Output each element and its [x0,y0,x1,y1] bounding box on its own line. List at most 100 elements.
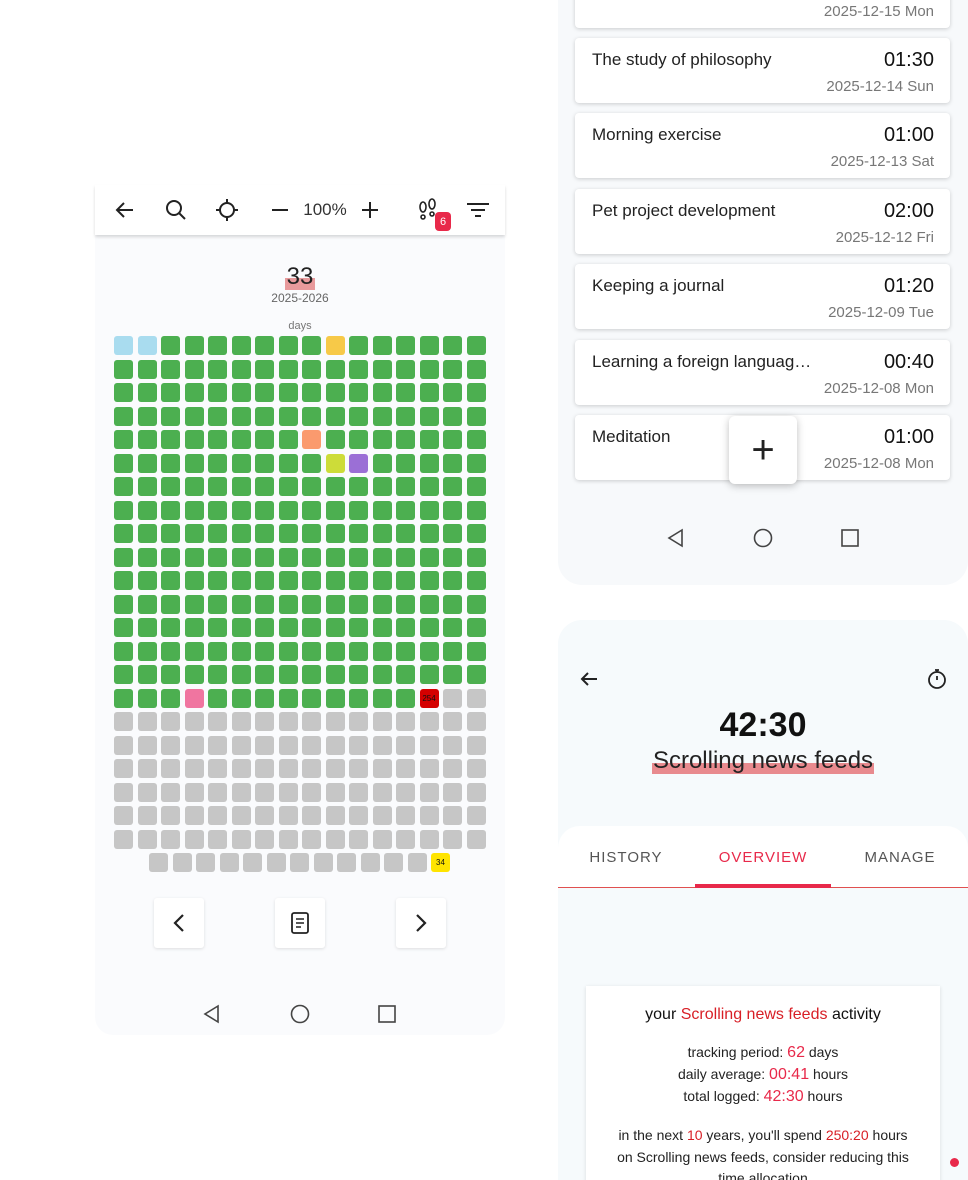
day-cell[interactable] [184,641,204,661]
day-cell[interactable] [372,759,392,778]
day-cell[interactable] [137,594,157,614]
day-cell[interactable] [302,524,321,543]
day-cell[interactable] [255,594,274,614]
day-cell[interactable] [278,383,298,402]
day-cell[interactable] [372,665,392,684]
day-cell[interactable] [278,806,298,825]
day-cell[interactable] [161,359,180,379]
day-cell[interactable] [466,829,486,849]
day-cell[interactable] [137,547,157,567]
day-cell[interactable] [278,618,298,637]
day-cell[interactable] [443,359,462,379]
day-cell[interactable] [325,383,345,402]
day-cell[interactable] [325,594,345,614]
day-cell[interactable] [302,782,321,802]
day-cell[interactable] [466,406,486,426]
day-cell[interactable] [278,688,298,708]
day-cell[interactable] [208,712,227,731]
day-cell[interactable] [396,524,415,543]
day-cell[interactable] [443,336,462,355]
day-cell[interactable] [161,383,180,402]
day-cell[interactable] [419,665,439,684]
day-cell[interactable] [372,477,392,496]
day-cell[interactable] [208,688,227,708]
day-cell[interactable] [302,383,321,402]
day-cell[interactable] [137,430,157,449]
day-cell[interactable] [419,524,439,543]
day-cell[interactable] [466,500,486,520]
day-cell[interactable] [396,618,415,637]
day-cell[interactable] [372,406,392,426]
day-cell[interactable] [325,500,345,520]
day-cell[interactable] [466,547,486,567]
day-cell[interactable] [137,665,157,684]
day-cell[interactable] [184,665,204,684]
day-cell[interactable] [208,406,227,426]
day-cell[interactable] [161,688,180,708]
day-cell[interactable] [349,406,368,426]
day-cell[interactable] [278,759,298,778]
day-cell[interactable] [231,359,251,379]
day-cell[interactable] [161,406,180,426]
day-cell[interactable] [372,688,392,708]
day-cell[interactable] [208,524,227,543]
day-cell[interactable] [255,618,274,637]
day-cell[interactable] [302,594,321,614]
day-cell[interactable] [137,359,157,379]
day-cell[interactable] [396,383,415,402]
day-cell[interactable] [466,641,486,661]
day-cell[interactable] [137,571,157,590]
day-cell[interactable] [396,594,415,614]
day-cell[interactable] [266,853,286,872]
day-cell[interactable] [161,829,180,849]
day-cell[interactable] [372,500,392,520]
day-cell[interactable] [372,571,392,590]
day-cell[interactable] [325,735,345,755]
day-cell[interactable] [161,665,180,684]
day-cell[interactable] [466,571,486,590]
day-cell[interactable] [325,618,345,637]
day-cell[interactable] [184,806,204,825]
day-cell[interactable] [349,641,368,661]
entry-card[interactable]: The study of philosophy 01:30 2025-12-14 S… [575,38,950,103]
day-cell[interactable] [419,406,439,426]
day-cell[interactable] [278,641,298,661]
day-cell[interactable] [278,359,298,379]
day-cell[interactable] [278,665,298,684]
day-cell[interactable] [349,477,368,496]
day-cell[interactable] [137,336,157,355]
day-cell[interactable] [466,383,486,402]
day-cell[interactable] [325,453,345,473]
day-cell[interactable] [172,853,192,872]
day-cell[interactable] [302,712,321,731]
day-cell[interactable] [466,477,486,496]
day-cell[interactable] [114,641,133,661]
nav-recents-icon[interactable] [839,527,861,549]
day-cell[interactable] [443,618,462,637]
day-cell[interactable] [184,735,204,755]
day-cell[interactable] [302,759,321,778]
day-cell[interactable] [396,735,415,755]
day-cell[interactable] [443,806,462,825]
day-cell[interactable] [114,735,133,755]
day-cell[interactable] [396,688,415,708]
filter-icon[interactable] [465,197,491,223]
day-cell[interactable] [419,712,439,731]
entry-card[interactable]: Pet project development 02:00 2025-12-12 F… [575,189,950,254]
day-cell[interactable] [372,735,392,755]
day-cell[interactable] [372,547,392,567]
day-cell[interactable] [114,829,133,849]
day-cell[interactable] [278,829,298,849]
day-cell[interactable] [278,735,298,755]
day-cell[interactable] [114,712,133,731]
day-cell[interactable] [302,829,321,849]
day-cell[interactable] [302,665,321,684]
day-cell[interactable] [419,383,439,402]
day-cell[interactable] [443,712,462,731]
day-cell[interactable] [325,829,345,849]
day-cell[interactable] [372,336,392,355]
day-cell[interactable] [231,383,251,402]
day-cell[interactable] [255,336,274,355]
day-cell[interactable] [184,477,204,496]
day-cell[interactable] [255,524,274,543]
